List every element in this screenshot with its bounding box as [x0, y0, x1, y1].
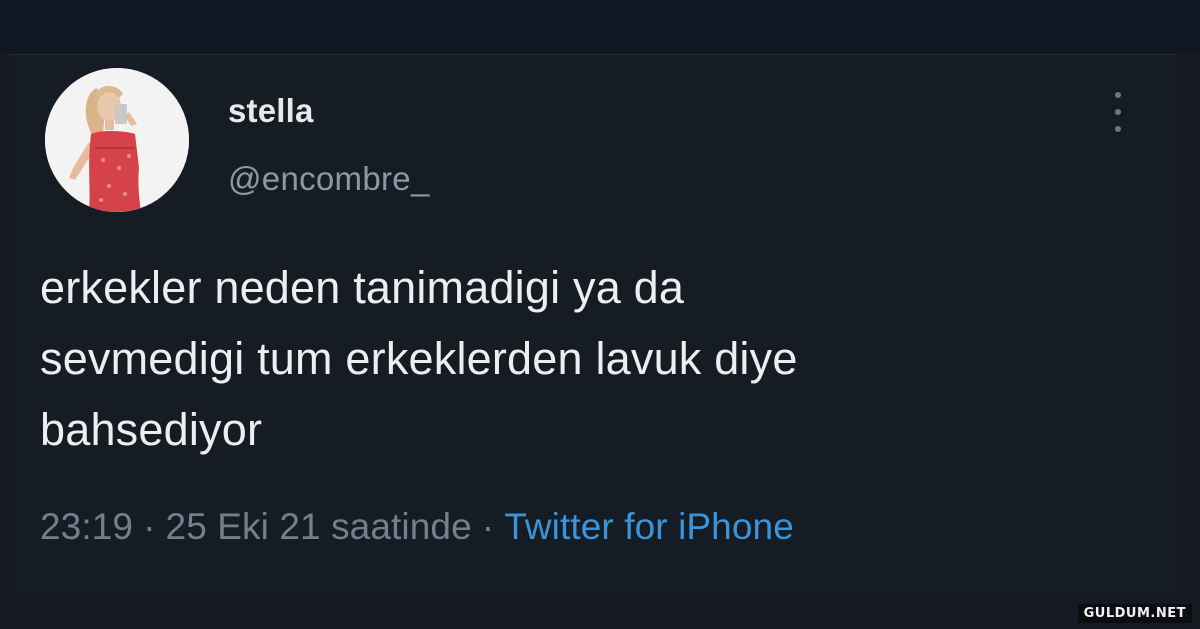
user-handle[interactable]: @encombre_	[228, 160, 430, 198]
tweet-date[interactable]: 25 Eki 21 saatinde	[166, 506, 472, 547]
more-dot	[1115, 92, 1121, 98]
tweet-source-link[interactable]: Twitter for iPhone	[504, 506, 794, 547]
tweet-time[interactable]: 23:19	[40, 506, 133, 547]
more-vertical-icon[interactable]	[1104, 92, 1132, 132]
tweet-text-line: erkekler neden tanimadigi ya da	[40, 262, 685, 313]
avatar-image	[45, 68, 189, 212]
tweet-meta: 23:19 · 25 Eki 21 saatinde · Twitter for iPh…	[40, 506, 794, 548]
meta-separator: ·	[481, 506, 495, 547]
more-dot	[1115, 126, 1121, 132]
tweet-text: erkekler neden tanimadigi ya da sevmedig…	[40, 252, 1160, 465]
tweet-text-line: bahsediyor	[40, 404, 263, 455]
more-dot	[1115, 109, 1121, 115]
tweet-text-line: sevmedigi tum erkeklerden lavuk diye	[40, 333, 798, 384]
avatar[interactable]	[45, 68, 189, 212]
top-strip	[0, 0, 1200, 54]
tweet-screenshot: stella @encombre_ erkekler neden tanimad…	[0, 0, 1200, 629]
meta-separator: ·	[143, 506, 156, 547]
watermark: GULDUM.NET	[1077, 604, 1192, 623]
display-name[interactable]: stella	[228, 92, 314, 130]
